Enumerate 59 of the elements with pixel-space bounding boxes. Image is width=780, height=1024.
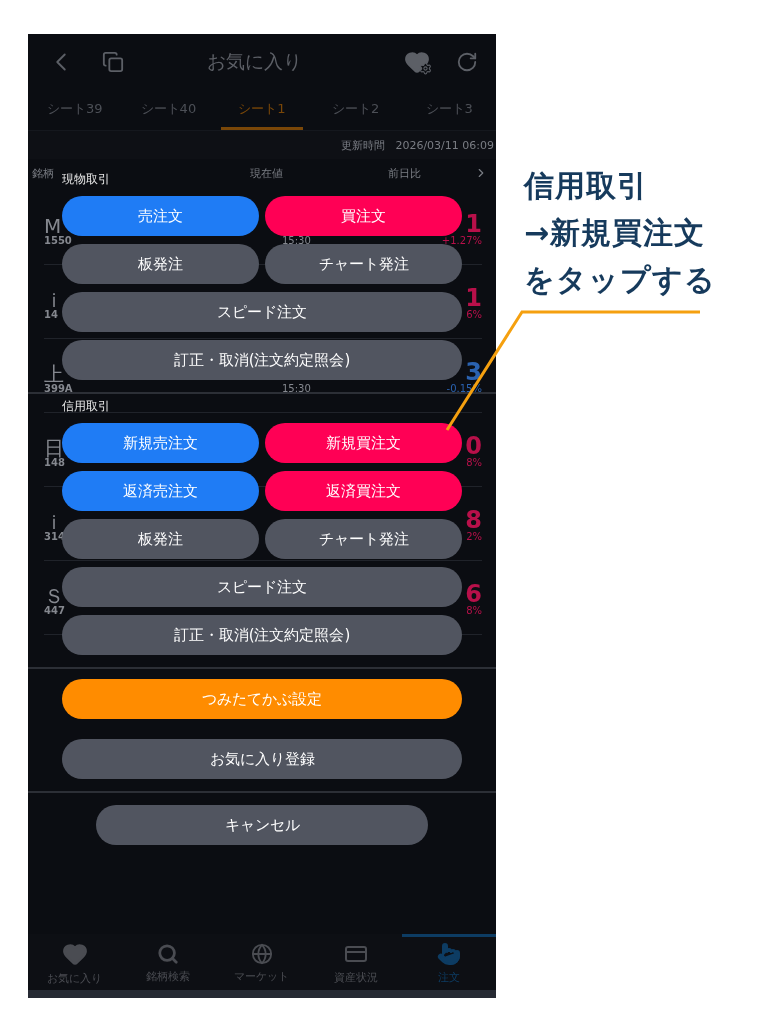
change-percent: +1.27% xyxy=(441,236,482,246)
stock-code: 447 xyxy=(44,606,65,616)
order-button[interactable]: 訂正・取消(注文約定照会) xyxy=(62,340,462,380)
change-percent: 2% xyxy=(466,532,482,542)
stock-name: 上 xyxy=(44,364,64,384)
nav-tab[interactable]: 銘柄検索 xyxy=(121,934,216,990)
price-change: 1 xyxy=(465,286,482,310)
quote-time: 15:30 xyxy=(282,236,311,246)
pointer-hand-icon xyxy=(437,942,462,966)
stock-code: 148 xyxy=(44,458,65,468)
column-header: 前日比 xyxy=(388,165,422,181)
stock-code: 1550 xyxy=(44,236,72,246)
action-button[interactable]: お気に入り登録 xyxy=(62,739,462,779)
order-button[interactable]: 返済買注文 xyxy=(265,471,462,511)
order-button[interactable]: 訂正・取消(注文約定照会) xyxy=(62,615,462,655)
screen-title: お気に入り xyxy=(205,49,303,74)
search-icon xyxy=(157,943,180,965)
annotation-text: をタップする xyxy=(524,261,716,299)
stock-code: 399A xyxy=(44,384,73,394)
column-header: 現在値 xyxy=(250,165,284,181)
column-header: 銘柄 xyxy=(32,165,54,181)
price-change: 0 xyxy=(465,434,482,458)
stock-name: Ｓ xyxy=(44,586,64,606)
globe-icon xyxy=(251,943,273,965)
quote-time: 15:30 xyxy=(282,384,311,394)
order-button[interactable]: 板発注 xyxy=(62,519,259,559)
action-button[interactable]: つみたてかぶ設定 xyxy=(62,679,462,719)
stock-name: ｉ xyxy=(44,290,64,310)
refresh-icon[interactable] xyxy=(456,51,478,73)
stock-name: ｉ xyxy=(44,512,64,532)
order-button[interactable]: スピード注文 xyxy=(62,567,462,607)
stock-code: 14 xyxy=(44,310,58,320)
change-percent: 8% xyxy=(466,458,482,468)
change-percent: 6% xyxy=(466,310,482,320)
price-change: 1 xyxy=(465,212,482,236)
change-percent: 8% xyxy=(466,606,482,616)
price-change: 6 xyxy=(465,582,482,606)
heart-gear-icon[interactable] xyxy=(404,49,430,75)
order-button[interactable]: 買注文 xyxy=(265,196,462,236)
annotation-text: 信用取引 xyxy=(524,167,649,205)
cancel-button[interactable]: キャンセル xyxy=(96,805,428,845)
order-button[interactable]: 売注文 xyxy=(62,196,259,236)
price-change: 3 xyxy=(465,360,482,384)
section-title: 現物取引 xyxy=(62,171,110,188)
order-button[interactable]: スピード注文 xyxy=(62,292,462,332)
order-button[interactable]: チャート発注 xyxy=(265,244,462,284)
update-label: 更新時間 xyxy=(341,137,386,153)
price-change: 8 xyxy=(465,508,482,532)
order-button[interactable]: 板発注 xyxy=(62,244,259,284)
copy-icon[interactable] xyxy=(102,51,124,73)
update-time: 2026/03/11 06:09 xyxy=(395,138,494,152)
annotation-text: →新規買注文 xyxy=(524,214,707,252)
section-title: 信用取引 xyxy=(62,398,110,415)
order-button[interactable]: チャート発注 xyxy=(265,519,462,559)
stock-name: 日 xyxy=(44,438,64,458)
order-button[interactable]: 返済売注文 xyxy=(62,471,259,511)
order-button[interactable]: 新規買注文 xyxy=(265,423,462,463)
stock-name: M xyxy=(44,216,62,236)
heart-icon xyxy=(61,941,88,967)
